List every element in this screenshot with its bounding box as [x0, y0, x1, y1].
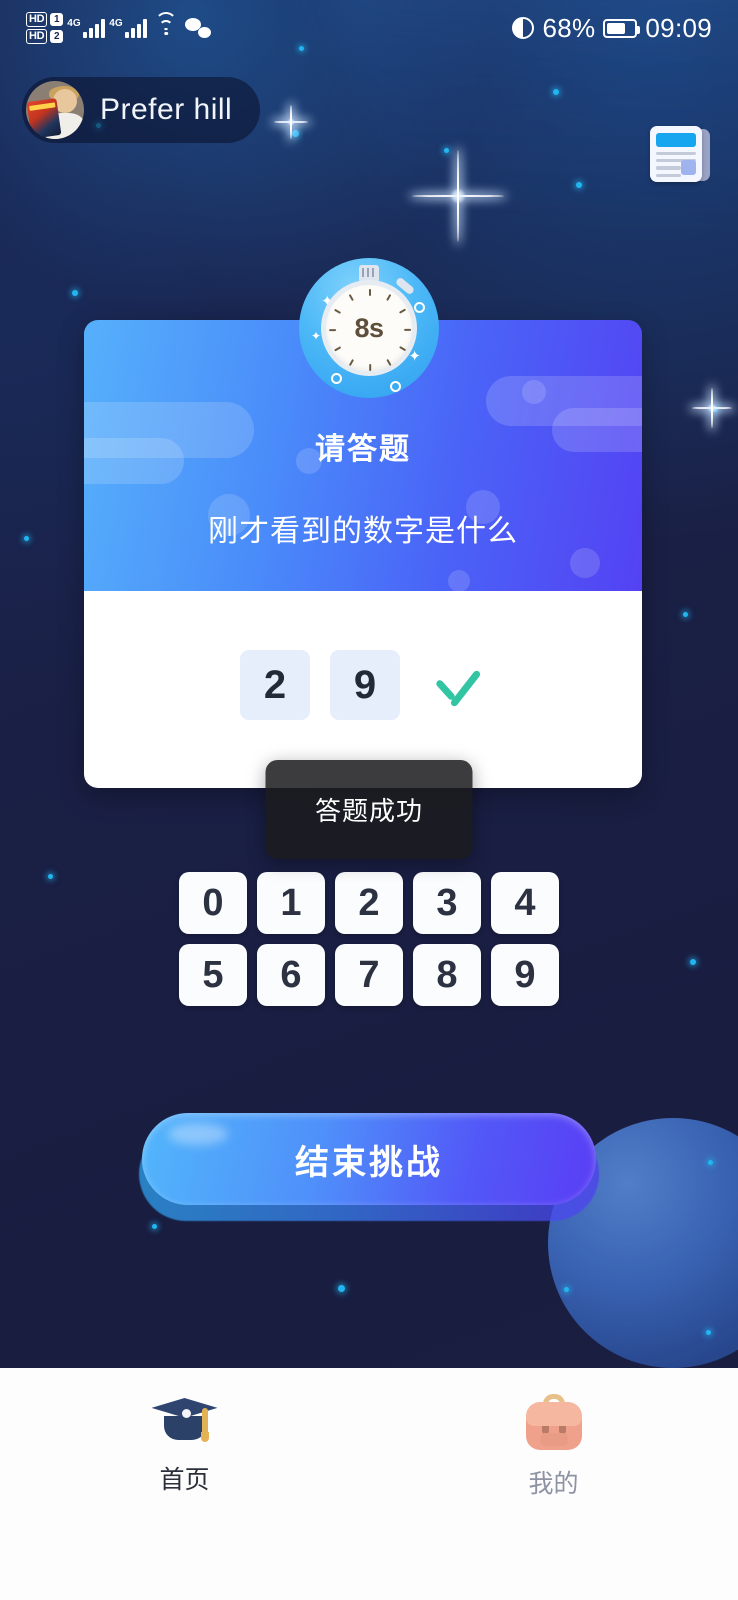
- tab-mine-label: 我的: [528, 1470, 579, 1498]
- star-dot: [24, 536, 29, 541]
- timer-dial: 8s: [321, 280, 417, 376]
- dual-sim-indicator: HD 1 HD 2: [26, 12, 64, 44]
- tab-home-label: 首页: [159, 1466, 210, 1494]
- answer-slots: 2 9: [240, 650, 486, 720]
- status-bar-left: HD 1 HD 2 4G 4G: [26, 12, 212, 44]
- button-gloss: [168, 1123, 228, 1145]
- wifi-icon: [154, 12, 178, 37]
- status-bar: HD 1 HD 2 4G 4G 68% 09:09: [0, 0, 738, 56]
- answer-slot[interactable]: 9: [330, 650, 400, 720]
- star-dot: [553, 89, 559, 95]
- network-type-2: 4G: [109, 17, 123, 29]
- toast-message: 答题成功: [265, 760, 473, 859]
- backpack-icon: [524, 1394, 584, 1450]
- star-dot: [72, 290, 78, 296]
- keypad-key-1[interactable]: 1: [257, 872, 325, 934]
- user-profile-chip[interactable]: Prefer hill: [22, 77, 261, 143]
- keypad-row: 5 6 7 8 9: [179, 944, 559, 1006]
- network-type-1: 4G: [67, 17, 81, 29]
- graduation-cap-icon: [151, 1394, 218, 1446]
- keypad-key-5[interactable]: 5: [179, 944, 247, 1006]
- star-dot: [564, 1287, 569, 1292]
- star-dot: [706, 1330, 711, 1335]
- answer-slot[interactable]: 2: [240, 650, 310, 720]
- keypad-row: 0 1 2 3 4: [179, 872, 559, 934]
- star-dot: [708, 1160, 713, 1165]
- username-label: Prefer hill: [100, 93, 233, 126]
- clock-label: 09:09: [645, 12, 712, 43]
- rules-document-icon[interactable]: [650, 126, 710, 184]
- sparkle-star: [412, 150, 504, 242]
- hd-label-2: HD: [26, 29, 48, 44]
- star-dot: [292, 130, 299, 137]
- signal-bars-icon-1: 4G: [67, 17, 106, 38]
- battery-icon: [603, 18, 641, 38]
- star-dot: [444, 148, 449, 153]
- star-dot: [712, 406, 718, 412]
- checkmark-icon: [432, 665, 486, 705]
- question-card-body: 2 9: [84, 591, 642, 788]
- bottom-tab-bar: 首页 我的: [0, 1368, 738, 1600]
- question-subtitle: 刚才看到的数字是什么: [208, 515, 518, 548]
- keypad-key-7[interactable]: 7: [335, 944, 403, 1006]
- timer-value: 8s: [354, 312, 384, 343]
- toast-label: 答题成功: [314, 796, 423, 826]
- status-bar-right: 68% 09:09: [512, 13, 712, 44]
- keypad-key-4[interactable]: 4: [491, 872, 559, 934]
- keypad-key-2[interactable]: 2: [335, 872, 403, 934]
- sim-number-1: 1: [50, 13, 64, 26]
- star-dot: [48, 874, 53, 879]
- keypad-key-0[interactable]: 0: [179, 872, 247, 934]
- keypad-key-9[interactable]: 9: [491, 944, 559, 1006]
- star-dot: [338, 1285, 345, 1292]
- keypad-key-8[interactable]: 8: [413, 944, 481, 1006]
- hd-label-1: HD: [26, 12, 48, 27]
- end-challenge-button[interactable]: 结束挑战: [142, 1113, 596, 1205]
- signal-bars-icon-2: 4G: [109, 17, 148, 38]
- sim-number-2: 2: [50, 30, 64, 43]
- star-dot: [576, 182, 582, 188]
- app-root: HD 1 HD 2 4G 4G 68% 09:09 Prefer hill ✦ …: [0, 0, 738, 1600]
- wechat-icon: [185, 18, 212, 38]
- end-challenge-label: 结束挑战: [295, 1143, 443, 1182]
- keypad-key-6[interactable]: 6: [257, 944, 325, 1006]
- stopwatch-icon: ✦ ✦ ✦ 8s: [299, 258, 439, 398]
- tab-mine[interactable]: 我的: [369, 1394, 738, 1500]
- tab-home[interactable]: 首页: [0, 1394, 369, 1496]
- star-dot: [152, 1224, 157, 1229]
- avatar: [26, 81, 84, 139]
- end-challenge-button-wrap: 结束挑战: [139, 1113, 599, 1221]
- battery-percent-label: 68%: [542, 12, 596, 43]
- keypad-key-3[interactable]: 3: [413, 872, 481, 934]
- sparkle-star: [274, 105, 308, 139]
- number-keypad: 0 1 2 3 4 5 6 7 8 9: [179, 872, 559, 1006]
- question-title: 请答题: [315, 433, 411, 466]
- star-dot: [690, 959, 696, 965]
- star-dot: [683, 612, 688, 617]
- eye-comfort-icon: [512, 17, 535, 39]
